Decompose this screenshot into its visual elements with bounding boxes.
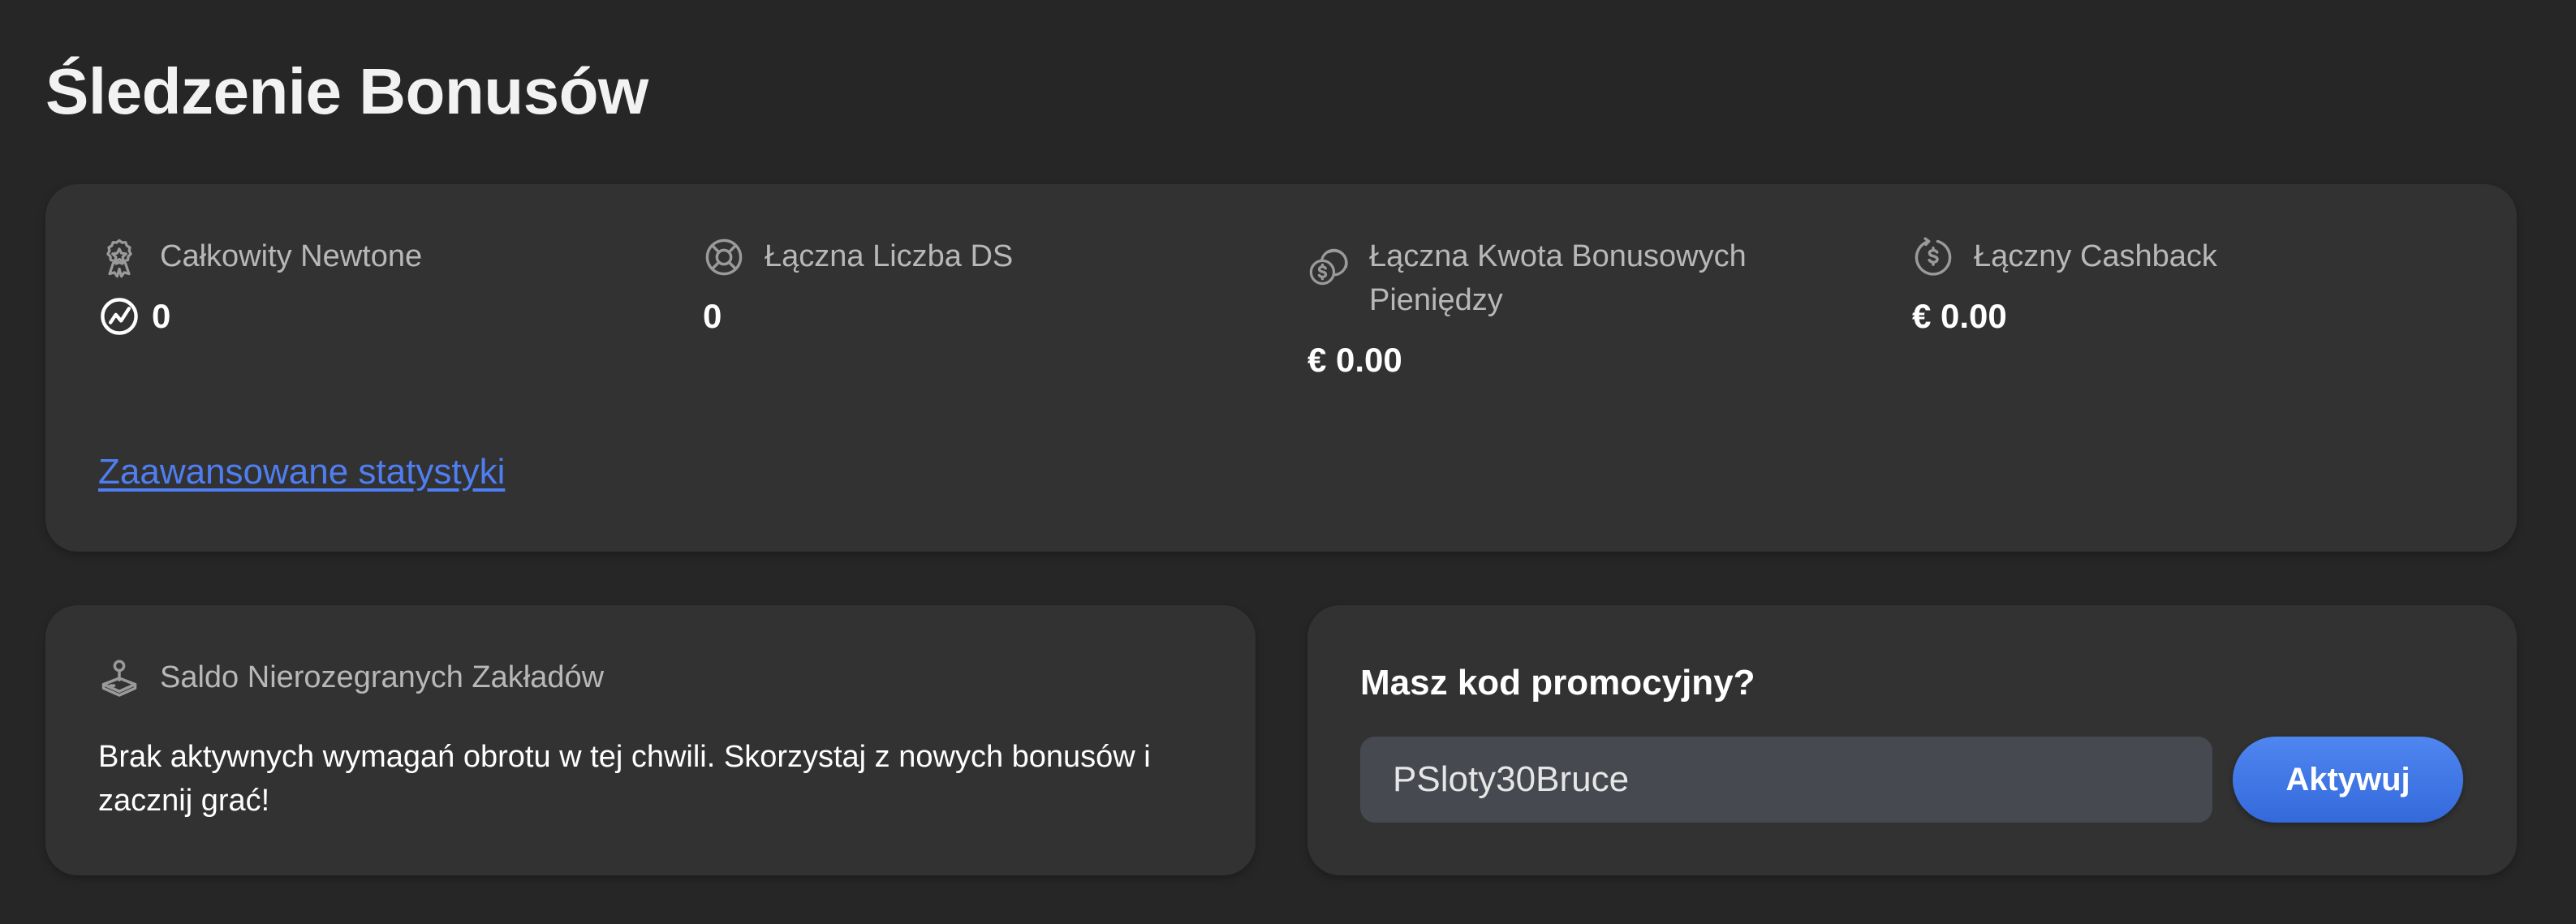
promo-code-input[interactable] — [1360, 737, 2212, 823]
stat-total-bonus-money: Łączna Kwota Bonusowych Pieniędzy € 0.00 — [1307, 234, 1843, 382]
activate-button[interactable]: Aktywuj — [2233, 737, 2463, 823]
stat-value: € 0.00 — [1307, 341, 1402, 379]
advanced-stats-link[interactable]: Zaawansowane statystyki — [98, 448, 505, 496]
page-title: Śledzenie Bonusów — [45, 55, 648, 127]
wager-balance-card: Saldo Nierozegranych Zakładów Brak aktyw… — [45, 605, 1256, 875]
coins-icon — [1307, 246, 1350, 288]
stat-total-ds: Łączna Liczba DS 0 — [703, 234, 1238, 338]
joystick-icon — [98, 657, 140, 699]
stat-label: Całkowity Newtone — [160, 239, 423, 273]
stat-total-cashback: Łączny Cashback € 0.00 — [1912, 234, 2448, 338]
wager-label: Saldo Nierozegranych Zakładów — [160, 660, 605, 694]
stat-value: 0 — [152, 297, 171, 335]
promo-title: Masz kod promocyjny? — [1360, 663, 1755, 703]
stat-value: 0 — [703, 297, 722, 335]
stat-label: Łączna Kwota Bonusowych Pieniędzy — [1369, 239, 1747, 317]
stat-label: Łączny Cashback — [1974, 239, 2217, 273]
wager-message: Brak aktywnych wymagań obrotu w tej chwi… — [98, 740, 1151, 818]
bonus-stats-card: Całkowity Newtone 0 Łączna Liczba DS 0 Ł… — [45, 184, 2517, 552]
stat-total-newtone: Całkowity Newtone 0 — [98, 234, 634, 338]
stat-label: Łączna Liczba DS — [765, 239, 1014, 273]
newtone-icon — [98, 295, 140, 337]
cashback-icon — [1912, 236, 1954, 278]
promo-code-card: Masz kod promocyjny? Aktywuj — [1307, 605, 2517, 875]
award-icon — [98, 236, 140, 278]
lifebuoy-icon — [703, 236, 745, 278]
stat-value: € 0.00 — [1912, 297, 2007, 335]
